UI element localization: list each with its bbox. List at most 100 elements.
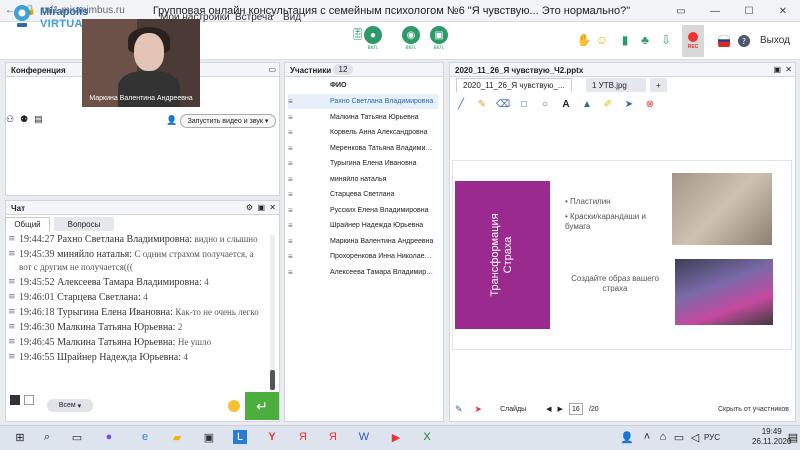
participant-row[interactable]: ≡ Алексеева Тамара Владимировна <box>288 265 438 280</box>
background-color-icon[interactable] <box>24 395 34 405</box>
pen-mode-icon[interactable]: ✎ <box>455 404 463 415</box>
participant-row[interactable]: ≡ Турыгина Елена Ивановна <box>288 156 438 171</box>
alice-icon[interactable]: ● <box>102 430 116 444</box>
file-tab-image[interactable]: 1 УТВ.jpg <box>586 78 646 92</box>
participant-row[interactable]: ≡ Рахно Светлана Владимировна <box>288 94 438 109</box>
participant-row[interactable]: ≡ Прохоренкова Инна Николаевна <box>288 249 438 264</box>
menu-meeting[interactable]: Встреча <box>235 12 273 23</box>
language-indicator[interactable]: РУС <box>704 433 720 442</box>
panel-options-icon[interactable]: ▭ <box>268 65 276 74</box>
slides-label[interactable]: Слайды <box>500 406 526 413</box>
presentation-maximize-icon[interactable]: ▣ <box>773 65 781 74</box>
camera-control[interactable]: ◉ вкл. <box>400 26 422 51</box>
task-view-icon[interactable]: ▭ <box>70 430 84 444</box>
line-icon[interactable]: ▲ <box>581 98 593 110</box>
battery-icon[interactable]: ▭ <box>672 430 686 444</box>
chat-close-icon[interactable]: ✕ <box>269 203 276 212</box>
drag-handle-icon[interactable]: ≡ <box>288 128 298 137</box>
drag-handle-icon[interactable]: ≡ <box>288 252 298 261</box>
app-l-icon[interactable]: L <box>233 430 247 444</box>
pointer-mode-icon[interactable]: ➤ <box>475 404 483 415</box>
hide-from-participants-button[interactable]: Скрыть от участников <box>718 406 789 413</box>
drag-handle-icon[interactable]: ≡ <box>288 237 298 246</box>
search-icon[interactable]: ⌕ <box>40 430 54 444</box>
participant-row[interactable]: ≡ Русских Елена Владимировна <box>288 203 438 218</box>
cast-icon[interactable]: ▭ <box>664 0 698 22</box>
drag-handle-icon[interactable]: ≡ <box>288 221 298 230</box>
exit-button[interactable]: Выход <box>760 35 790 46</box>
participant-row[interactable]: ≡ Маркина Валентина Андреевна <box>288 234 438 249</box>
pointer-icon[interactable]: ➤ <box>623 98 635 110</box>
tree-icon[interactable]: ♣ <box>637 32 653 48</box>
minimize-button[interactable]: — <box>698 0 732 22</box>
yandex-icon[interactable]: Я <box>296 430 310 444</box>
raise-hand-icon[interactable]: ✋ <box>576 32 592 48</box>
drag-handle-icon[interactable]: ≡ <box>288 268 298 277</box>
person-tray-icon[interactable]: 👤 <box>620 430 634 444</box>
menu-view[interactable]: Вид <box>283 12 301 23</box>
maximize-button[interactable]: ☐ <box>732 0 766 22</box>
windows-start-icon[interactable]: ⊞ <box>13 430 27 444</box>
drag-handle-icon[interactable]: ≡ <box>288 144 298 153</box>
volume-icon[interactable]: ◁ <box>688 430 702 444</box>
emoji-icon[interactable]: ☺ <box>594 32 610 48</box>
share-icon[interactable]: ⇩ <box>658 32 674 48</box>
recipient-select[interactable]: Всем ▾ <box>47 399 93 412</box>
close-button[interactable]: ✕ <box>766 0 800 22</box>
file-tab-presentation[interactable]: 2020_11_26_Я чувствую_... <box>456 78 572 92</box>
text-color-icon[interactable] <box>10 395 20 405</box>
drag-handle-icon[interactable]: ≡ <box>288 159 298 168</box>
eraser-icon[interactable]: ⌫ <box>496 98 510 110</box>
participant-row[interactable]: ≡ Малкина Татьяна Юрьевна <box>288 110 438 125</box>
column-header-name[interactable]: ФИО <box>330 82 346 89</box>
chat-maximize-icon[interactable]: ▣ <box>257 203 265 212</box>
drag-handle-icon[interactable]: ≡ <box>288 206 298 215</box>
prev-slide-icon[interactable]: ◀ <box>546 405 551 413</box>
microphone-control[interactable]: ● вкл. <box>362 26 384 51</box>
clear-icon[interactable]: ⊗ <box>644 98 656 110</box>
page-input[interactable]: 16 <box>568 403 583 415</box>
edge-icon[interactable]: e <box>138 430 152 444</box>
send-button[interactable]: ↵ <box>245 392 279 420</box>
network-icon[interactable]: ⌂ <box>656 430 670 444</box>
help-icon[interactable]: ? <box>736 33 752 49</box>
stats-icon[interactable]: ▮ <box>617 32 633 48</box>
participant-row[interactable]: ≡ Корвель Анна Александровна <box>288 125 438 140</box>
tray-arrow-icon[interactable]: ˄ <box>640 430 654 444</box>
video-feed[interactable] <box>82 19 200 107</box>
russian-flag-icon[interactable] <box>716 33 732 49</box>
circle-icon[interactable]: ○ <box>539 98 551 110</box>
drag-handle-icon[interactable]: ≡ <box>288 97 298 106</box>
yandex-search-icon[interactable]: Я <box>326 430 340 444</box>
explorer-icon[interactable]: ▰ <box>170 430 184 444</box>
marker-icon[interactable]: ✎ <box>476 98 488 110</box>
screen-share-control[interactable]: ▣ вкл. <box>428 26 450 51</box>
chat-settings-icon[interactable]: ⚙ <box>246 203 253 212</box>
participant-row[interactable]: ≡ Шрайнер Надежда Юрьевна <box>288 218 438 233</box>
tab-questions[interactable]: Вопросы <box>54 217 114 231</box>
drag-handle-icon[interactable]: ≡ <box>288 190 298 199</box>
user-audio-icon[interactable]: ⚇ <box>6 114 14 125</box>
user-video-icon[interactable]: ▤ <box>34 114 43 125</box>
next-slide-icon[interactable]: ▶ <box>558 405 563 413</box>
participant-row[interactable]: ≡ Старцева Светлана <box>288 187 438 202</box>
store-icon[interactable]: ▣ <box>202 430 216 444</box>
user-mic-icon[interactable]: ⚉ <box>20 114 28 125</box>
word-icon[interactable]: W <box>357 430 371 444</box>
presentation-close-icon[interactable]: ✕ <box>785 65 792 74</box>
highlighter-icon[interactable]: ✐ <box>602 98 614 110</box>
add-tab-button[interactable]: + <box>650 78 667 92</box>
tab-general[interactable]: Общий <box>5 217 50 231</box>
start-video-dropdown[interactable]: Запустить видео и звук ▾ <box>180 114 276 128</box>
yandex-browser-icon[interactable]: Y <box>265 430 279 444</box>
pen-icon[interactable]: ╱ <box>455 98 467 110</box>
rectangle-icon[interactable]: □ <box>518 98 530 110</box>
notifications-icon[interactable]: ▤ <box>786 430 800 444</box>
drag-handle-icon[interactable]: ≡ <box>288 113 298 122</box>
participant-row[interactable]: ≡ миняйло наталья <box>288 172 438 187</box>
chat-scrollbar[interactable] <box>270 235 275 390</box>
text-tool-icon[interactable]: A <box>560 98 572 110</box>
scrollbar-thumb[interactable] <box>270 370 275 390</box>
record-button[interactable]: REC <box>682 25 704 57</box>
drag-handle-icon[interactable]: ≡ <box>288 175 298 184</box>
